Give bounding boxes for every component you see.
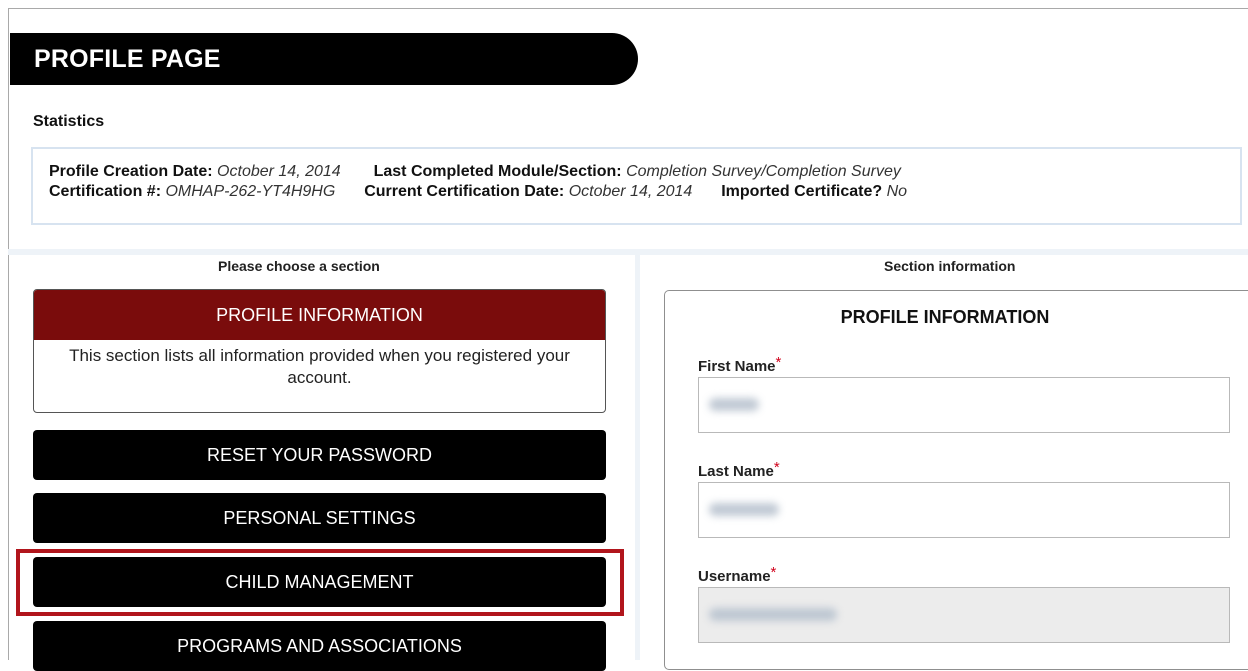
stats-line-2: Certification #: OMHAP-262-YT4H9HG Curre… bbox=[49, 183, 907, 201]
programs-associations-button[interactable]: PROGRAMS AND ASSOCIATIONS bbox=[33, 621, 606, 671]
personal-settings-button[interactable]: PERSONAL SETTINGS bbox=[33, 493, 606, 543]
active-section-title[interactable]: PROFILE INFORMATION bbox=[34, 290, 605, 340]
required-marker: * bbox=[770, 564, 777, 581]
highlight-box bbox=[16, 549, 624, 616]
required-marker: * bbox=[775, 354, 782, 371]
first-name-label: First Name* bbox=[698, 354, 782, 375]
redacted-value bbox=[709, 503, 779, 516]
column-divider bbox=[635, 255, 640, 660]
section-info-panel: PROFILE INFORMATION First Name* Last Nam… bbox=[664, 290, 1248, 670]
creation-date-label: Profile Creation Date: bbox=[49, 163, 213, 180]
section-divider bbox=[8, 249, 1248, 255]
panel-title: PROFILE INFORMATION bbox=[840, 307, 1050, 327]
certification-value: OMHAP-262-YT4H9HG bbox=[165, 183, 336, 200]
required-marker: * bbox=[773, 459, 780, 476]
stats-line-1: Profile Creation Date: October 14, 2014 … bbox=[49, 163, 901, 181]
redacted-value bbox=[709, 608, 837, 621]
last-module-value: Completion Survey/Completion Survey bbox=[626, 163, 901, 180]
creation-date-value: October 14, 2014 bbox=[217, 163, 341, 180]
username-input bbox=[698, 587, 1230, 643]
last-name-input[interactable] bbox=[698, 482, 1230, 538]
current-cert-label: Current Certification Date: bbox=[364, 183, 565, 200]
last-name-label: Last Name* bbox=[698, 459, 780, 480]
imported-cert-value: No bbox=[886, 183, 908, 200]
active-section-description: This section lists all information provi… bbox=[69, 346, 570, 387]
last-module-label: Last Completed Module/Section: bbox=[373, 163, 622, 180]
left-column-heading: Please choose a section bbox=[218, 258, 380, 274]
stats-box: Profile Creation Date: October 14, 2014 … bbox=[31, 147, 1242, 225]
right-column-heading: Section information bbox=[884, 258, 1016, 274]
redacted-value bbox=[709, 398, 759, 411]
imported-cert-label: Imported Certificate? bbox=[721, 183, 883, 200]
first-name-input[interactable] bbox=[698, 377, 1230, 433]
current-cert-value: October 14, 2014 bbox=[568, 183, 693, 200]
reset-password-button[interactable]: RESET YOUR PASSWORD bbox=[33, 430, 606, 480]
username-label: Username* bbox=[698, 564, 777, 585]
active-section-card[interactable]: PROFILE INFORMATION This section lists a… bbox=[33, 289, 606, 413]
certification-label: Certification #: bbox=[49, 183, 162, 200]
page-title: PROFILE PAGE bbox=[10, 33, 638, 85]
stats-heading: Statistics bbox=[33, 113, 105, 130]
